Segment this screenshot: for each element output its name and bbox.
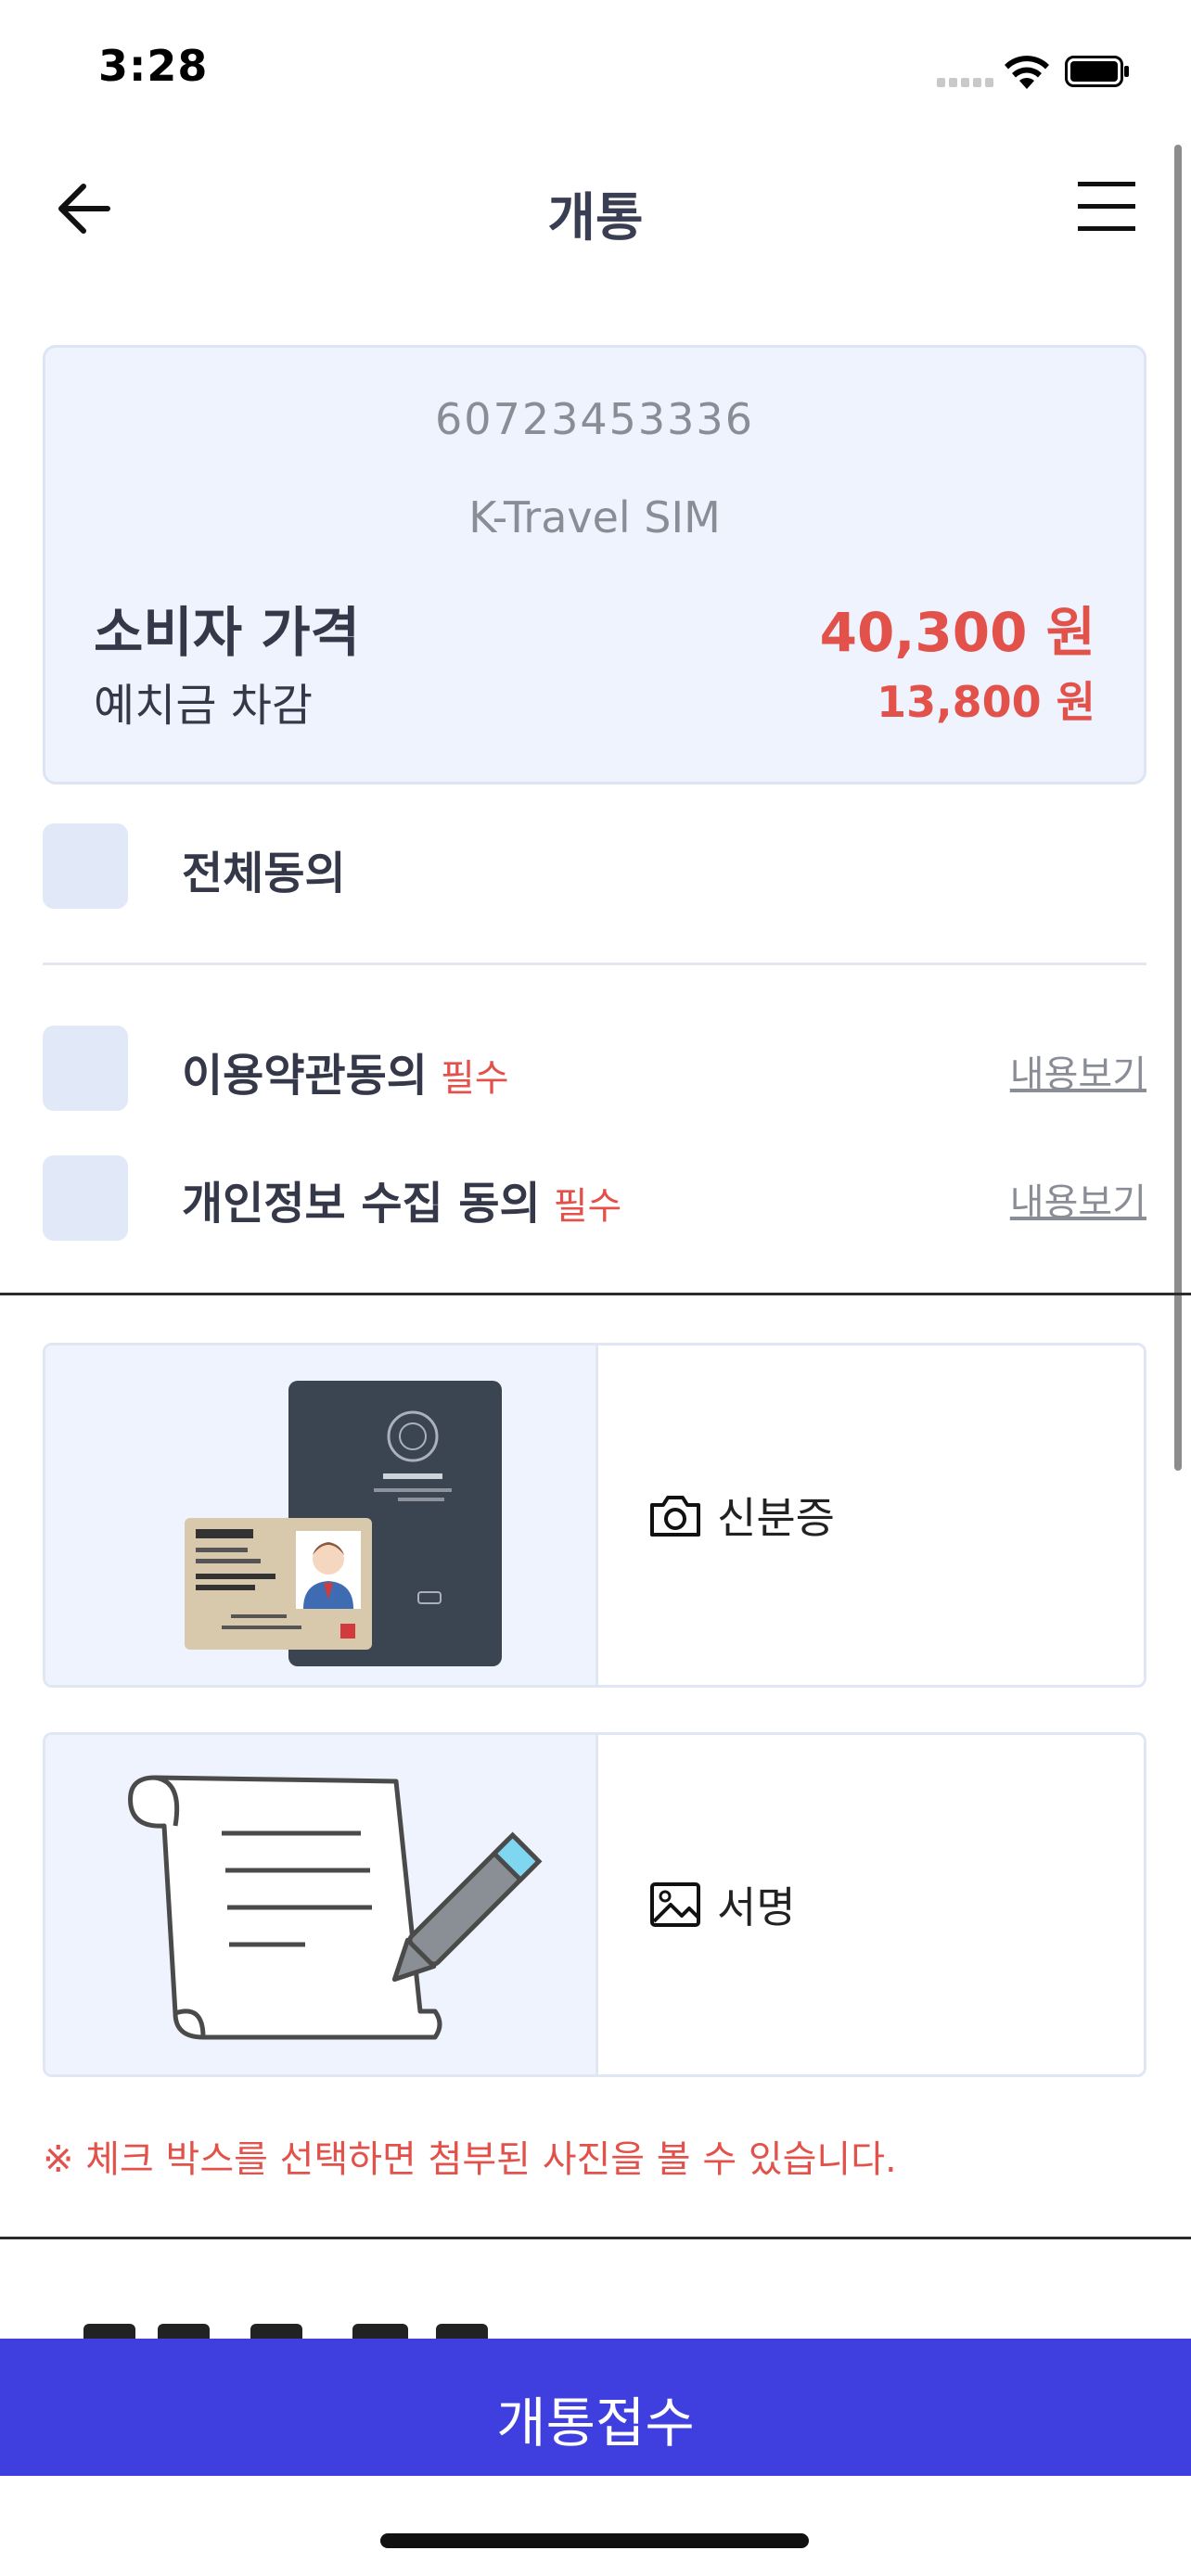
required-tag: 필수 bbox=[553, 1185, 622, 1228]
scrollbar[interactable] bbox=[1174, 145, 1182, 1471]
submit-label: 개통접수 bbox=[496, 2391, 695, 2455]
page-title: 개통 bbox=[547, 188, 644, 249]
home-indicator bbox=[380, 2533, 809, 2548]
id-card-label: 신분증 bbox=[717, 1493, 835, 1543]
camera-icon bbox=[650, 1496, 700, 1537]
section-divider bbox=[0, 1293, 1191, 1295]
price-label: 소비자 가격 bbox=[94, 601, 360, 664]
agree-all-label: 전체동의 bbox=[182, 848, 346, 899]
divider bbox=[43, 963, 1146, 965]
product-name: K-Travel SIM bbox=[468, 492, 721, 542]
image-icon bbox=[650, 1882, 700, 1927]
privacy-label: 개인정보 수집 동의 필수 bbox=[182, 1167, 621, 1231]
deposit-value: 13,800 원 bbox=[877, 677, 1095, 727]
privacy-label-text: 개인정보 수집 동의 bbox=[182, 1178, 541, 1230]
signature-action[interactable]: 서명 bbox=[648, 1874, 796, 1935]
section-divider bbox=[0, 2237, 1191, 2239]
partial-heading bbox=[83, 2318, 510, 2340]
terms-view-link[interactable]: 내용보기 bbox=[1010, 1044, 1146, 1098]
signal-icon bbox=[937, 76, 993, 87]
notice-text: ※ 체크 박스를 선택하면 첨부된 사진을 볼 수 있습니다. bbox=[43, 2138, 897, 2181]
product-card: 60723453336 K-Travel SIM 소비자 가격 40,300 원… bbox=[43, 345, 1146, 784]
passport-id-illustration-icon bbox=[185, 1381, 502, 1666]
product-number: 60723453336 bbox=[435, 394, 754, 444]
signature-label: 서명 bbox=[717, 1882, 796, 1932]
signature-upload[interactable]: 서명 bbox=[43, 1732, 1146, 2077]
privacy-checkbox[interactable] bbox=[43, 1155, 128, 1241]
id-card-action[interactable]: 신분증 bbox=[648, 1485, 835, 1546]
required-tag: 필수 bbox=[440, 1057, 509, 1100]
price-value: 40,300 원 bbox=[819, 601, 1095, 664]
submit-button[interactable]: 개통접수 bbox=[0, 2339, 1191, 2476]
id-card-illustration bbox=[45, 1345, 598, 1685]
terms-checkbox[interactable] bbox=[43, 1026, 128, 1111]
wifi-icon bbox=[1005, 56, 1049, 89]
hamburger-menu-icon[interactable] bbox=[1076, 178, 1137, 236]
battery-icon bbox=[1065, 56, 1129, 87]
id-card-upload[interactable]: 신분증 bbox=[43, 1343, 1146, 1688]
deposit-label: 예치금 차감 bbox=[94, 680, 314, 732]
status-time: 3:28 bbox=[98, 41, 209, 91]
signature-illustration bbox=[45, 1735, 598, 2074]
terms-label: 이용약관동의 필수 bbox=[182, 1039, 509, 1103]
terms-label-text: 이용약관동의 bbox=[182, 1050, 428, 1102]
scroll-pen-illustration-icon bbox=[128, 1775, 543, 2040]
privacy-view-link[interactable]: 내용보기 bbox=[1010, 1172, 1146, 1226]
agree-all-checkbox[interactable] bbox=[43, 823, 128, 909]
